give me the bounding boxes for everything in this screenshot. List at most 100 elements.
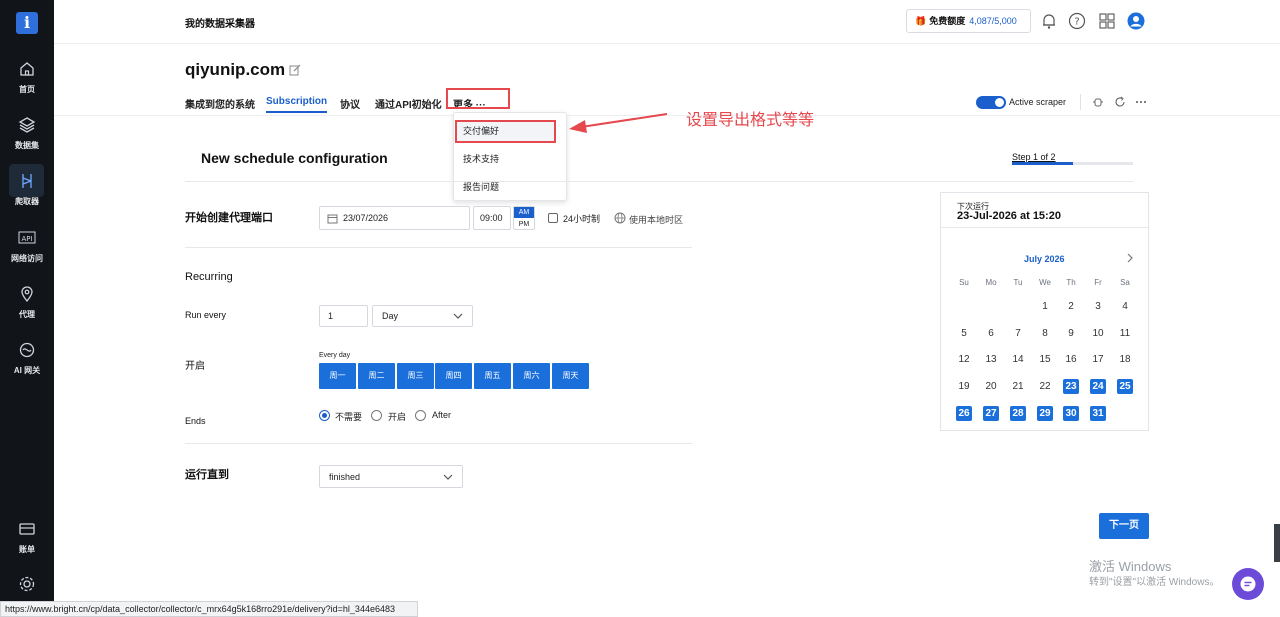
calendar-day[interactable]: 7 (1010, 326, 1026, 341)
sidebar-item-label: 代理 (19, 310, 35, 319)
calendar-day[interactable]: 21 (1010, 379, 1026, 394)
tab-api-init[interactable]: 通过API初始化 (375, 96, 442, 111)
every-day-label: Every day (319, 352, 351, 359)
calendar-weekday: We (1039, 278, 1051, 287)
calendar-day[interactable]: 19 (956, 379, 972, 394)
start-time-input[interactable]: 09:00 (473, 206, 511, 230)
config-title: New schedule configuration (201, 150, 388, 166)
calendar-day[interactable]: 26 (956, 406, 972, 421)
menu-item-tech-support[interactable]: 技术支持 (463, 152, 499, 165)
calendar-day[interactable]: 29 (1037, 406, 1053, 421)
api-icon: API (18, 231, 36, 244)
sidebar-item-proxy[interactable]: 代理 (0, 285, 54, 320)
start-date-input[interactable]: 23/07/2026 (319, 206, 470, 230)
calendar-day[interactable]: 20 (983, 379, 999, 394)
edit-icon[interactable] (289, 64, 301, 76)
calendar-day[interactable]: 1 (1037, 299, 1053, 314)
help-icon[interactable]: ? (1068, 12, 1086, 30)
ends-radio-never[interactable] (319, 410, 330, 421)
sidebar-item-ai-gateway[interactable]: AI 网关 (0, 341, 54, 376)
bug-icon[interactable] (1092, 96, 1104, 108)
calendar-day[interactable]: 10 (1090, 326, 1106, 341)
calendar-day[interactable]: 2 (1063, 299, 1079, 314)
ends-radio-on[interactable] (371, 410, 382, 421)
calendar-day[interactable]: 22 (1037, 379, 1053, 394)
run-every-unit-select[interactable]: Day (372, 305, 473, 327)
windows-watermark-subtitle: 转到"设置"以激活 Windows。 (1089, 577, 1220, 588)
sidebar-item-network[interactable]: API 网络访问 (0, 229, 54, 264)
enable-label: 开启 (185, 361, 205, 372)
calendar-day[interactable]: 31 (1090, 406, 1106, 421)
day-button-tue[interactable]: 周二 (358, 363, 395, 389)
sidebar-item-settings[interactable] (0, 575, 54, 593)
calendar-day[interactable]: 9 (1063, 326, 1079, 341)
calendar-day[interactable]: 4 (1117, 299, 1133, 314)
tab-integrate[interactable]: 集成到您的系统 (185, 96, 255, 111)
calendar-day[interactable]: 12 (956, 352, 972, 367)
brand-logo[interactable]: i (16, 12, 38, 34)
am-pm-toggle[interactable]: AM PM (513, 206, 535, 230)
sidebar-item-datasets[interactable]: 数据集 (0, 116, 54, 151)
day-button-mon[interactable]: 周一 (319, 363, 356, 389)
bell-icon[interactable] (1040, 12, 1058, 30)
local-timezone-label[interactable]: 使用本地时区 (629, 213, 683, 226)
calendar-day[interactable]: 18 (1117, 352, 1133, 367)
calendar-day[interactable]: 27 (983, 406, 999, 421)
more-options-icon[interactable] (1135, 96, 1147, 108)
calendar-month: July 2026 (1024, 254, 1065, 264)
calendar-weekday: Th (1066, 278, 1076, 287)
calendar-day[interactable]: 30 (1063, 406, 1079, 421)
sidebar-item-home[interactable]: 首页 (0, 60, 54, 95)
ends-radio-after[interactable] (415, 410, 426, 421)
step-progress-bar (1012, 162, 1133, 165)
refresh-icon[interactable] (1114, 96, 1126, 108)
svg-text:?: ? (1074, 17, 1079, 28)
calendar-weekday: Su (959, 278, 969, 287)
hour24-checkbox[interactable] (548, 213, 558, 223)
toolbar-divider (1080, 94, 1081, 110)
day-button-sat[interactable]: 周六 (513, 363, 550, 389)
menu-item-delivery-preferences[interactable]: 交付偏好 (463, 124, 499, 137)
next-page-button[interactable]: 下一页 (1099, 513, 1149, 539)
pm-option[interactable]: PM (514, 219, 534, 230)
run-until-select[interactable]: finished (319, 465, 463, 488)
day-button-thu[interactable]: 周四 (435, 363, 472, 389)
tab-subscription[interactable]: Subscription (266, 96, 328, 113)
start-time-value: 09:00 (480, 213, 503, 223)
day-button-wed[interactable]: 周三 (397, 363, 434, 389)
calendar-day[interactable]: 25 (1117, 379, 1133, 394)
calendar-day[interactable]: 16 (1063, 352, 1079, 367)
sidebar-item-billing[interactable]: 账单 (0, 520, 54, 555)
ends-option-label: 不需要 (335, 412, 363, 422)
chat-button[interactable] (1232, 568, 1264, 600)
calendar-day[interactable]: 17 (1090, 352, 1106, 367)
am-option[interactable]: AM (514, 207, 534, 218)
gear-icon (19, 576, 35, 592)
chevron-right-icon[interactable] (1126, 253, 1134, 263)
tab-protocol[interactable]: 协议 (340, 96, 360, 111)
calendar-day[interactable]: 24 (1090, 379, 1106, 394)
calendar-day[interactable]: 14 (1010, 352, 1026, 367)
sidebar-item-scrapers[interactable]: 爬取器 (0, 164, 54, 207)
active-scraper-label: Active scraper (1009, 97, 1067, 107)
calendar-day[interactable]: 8 (1037, 326, 1053, 341)
calendar-day[interactable]: 23 (1063, 379, 1079, 394)
calendar-day[interactable]: 28 (1010, 406, 1026, 421)
svg-text:API: API (21, 235, 32, 243)
calendar-day[interactable]: 5 (956, 326, 972, 341)
active-scraper-toggle[interactable] (976, 96, 1006, 109)
apps-grid-icon[interactable] (1098, 12, 1116, 30)
chevron-down-icon (453, 313, 463, 319)
sidebar-item-label: 数据集 (15, 141, 39, 150)
day-button-sun[interactable]: 周天 (552, 363, 589, 389)
run-every-input[interactable]: 1 (319, 305, 368, 327)
calendar-day[interactable]: 3 (1090, 299, 1106, 314)
calendar-day[interactable]: 13 (983, 352, 999, 367)
calendar-day[interactable]: 6 (983, 326, 999, 341)
user-avatar-icon[interactable] (1127, 12, 1145, 30)
calendar-day[interactable]: 15 (1037, 352, 1053, 367)
run-until-label: 运行直到 (185, 469, 229, 481)
day-button-fri[interactable]: 周五 (474, 363, 511, 389)
quota-badge[interactable]: 🎁 免费额度 4,087/5,000 (906, 9, 1031, 33)
calendar-day[interactable]: 11 (1117, 326, 1133, 341)
